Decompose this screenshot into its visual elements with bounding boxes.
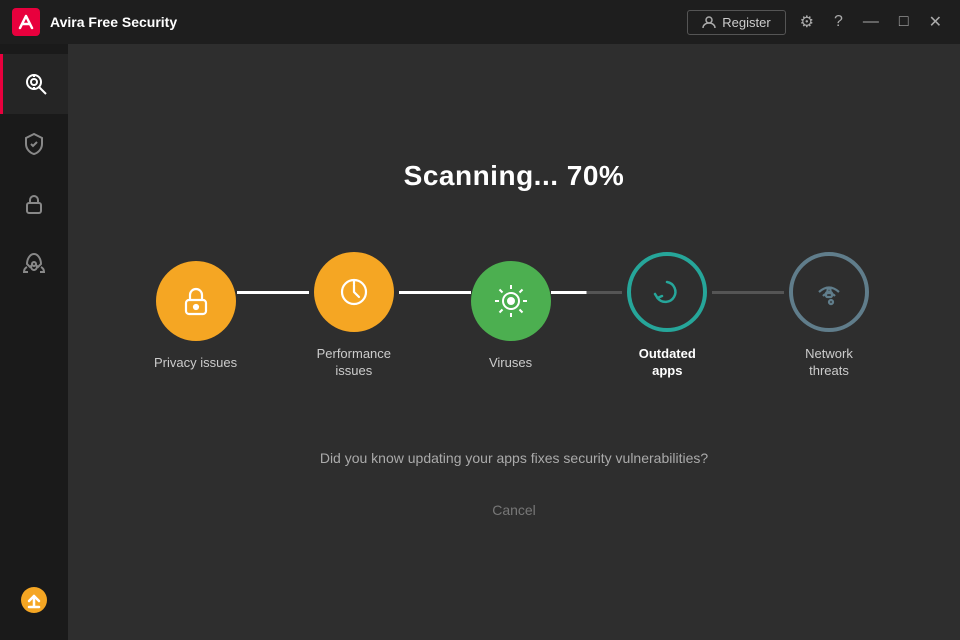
avira-logo	[12, 8, 40, 36]
titlebar: Avira Free Security Register ⚙ ? — □ ✕	[0, 0, 960, 44]
maximize-button[interactable]: □	[893, 9, 915, 35]
sidebar-item-protection[interactable]	[0, 114, 68, 174]
privacy-icon	[177, 282, 215, 320]
step-viruses-circle	[471, 261, 551, 341]
connector-1	[237, 291, 309, 294]
lock-icon	[23, 193, 45, 215]
info-text: Did you know updating your apps fixes se…	[320, 450, 708, 466]
connector-2	[399, 291, 471, 294]
sidebar-bottom	[0, 570, 68, 630]
window-controls: Register ⚙ ? — □ ✕	[687, 8, 948, 36]
sidebar-item-privacy[interactable]	[0, 174, 68, 234]
sidebar-item-update[interactable]	[0, 570, 68, 630]
step-privacy-circle	[156, 261, 236, 341]
scanning-status: Scanning... 70%	[404, 160, 625, 192]
scan-icon	[23, 71, 49, 97]
rocket-icon	[22, 252, 46, 276]
step-performance: Performance issues	[309, 252, 399, 380]
step-network: Network threats	[784, 252, 874, 380]
update-icon	[20, 586, 48, 614]
step-performance-label: Performance issues	[309, 346, 399, 380]
help-button[interactable]: ?	[828, 9, 849, 35]
performance-icon	[335, 273, 373, 311]
sidebar	[0, 44, 68, 640]
app-title: Avira Free Security	[50, 14, 687, 30]
close-button[interactable]: ✕	[923, 8, 948, 36]
connector-4	[712, 291, 784, 294]
refresh-icon	[647, 272, 687, 312]
shield-check-icon	[22, 132, 46, 156]
step-privacy-label: Privacy issues	[154, 355, 237, 372]
virus-icon	[491, 281, 531, 321]
step-outdated: Outdated apps	[622, 252, 712, 380]
connector-3	[551, 291, 623, 294]
main-content: Scanning... 70% Privacy issues	[68, 44, 960, 640]
cancel-button[interactable]: Cancel	[472, 496, 556, 524]
step-viruses: Viruses	[471, 261, 551, 372]
sidebar-item-scan[interactable]	[0, 54, 68, 114]
step-network-label: Network threats	[784, 346, 874, 380]
step-outdated-label: Outdated apps	[622, 346, 712, 380]
register-button[interactable]: Register	[687, 10, 785, 35]
sidebar-item-performance[interactable]	[0, 234, 68, 294]
step-network-circle	[789, 252, 869, 332]
scan-steps: Privacy issues Performance issues	[154, 252, 874, 380]
wifi-lock-icon	[809, 272, 849, 312]
step-outdated-circle	[627, 252, 707, 332]
step-privacy: Privacy issues	[154, 261, 237, 372]
minimize-button[interactable]: —	[857, 9, 885, 35]
step-performance-circle	[314, 252, 394, 332]
user-icon	[702, 15, 716, 29]
settings-button[interactable]: ⚙	[794, 8, 820, 36]
main-layout: Scanning... 70% Privacy issues	[0, 44, 960, 640]
step-viruses-label: Viruses	[489, 355, 532, 372]
